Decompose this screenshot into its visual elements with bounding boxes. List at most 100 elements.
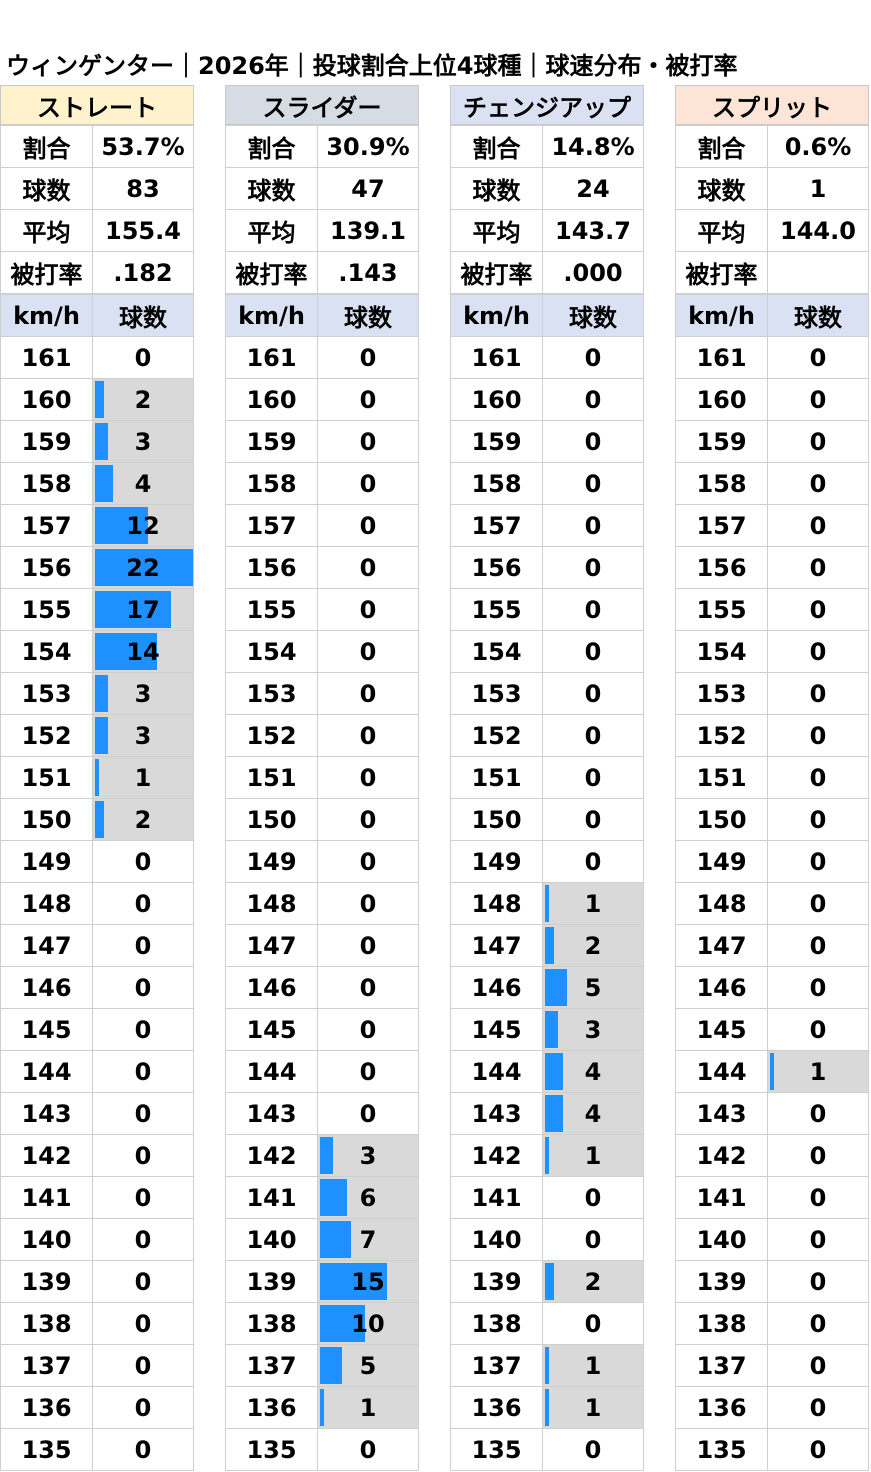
count-cell: 0: [317, 504, 419, 547]
speed-label: 153: [450, 672, 543, 715]
speed-label: 150: [675, 798, 768, 841]
count-cell: 0: [767, 714, 869, 757]
stat-label: 球数: [450, 167, 543, 210]
stat-label: 割合: [450, 125, 543, 168]
count-value: 0: [809, 1183, 827, 1212]
count-bar: [95, 759, 99, 796]
speed-label: 158: [675, 462, 768, 505]
speed-label: 142: [675, 1134, 768, 1177]
speed-row: 151 0: [225, 756, 419, 799]
count-cell: 0: [317, 924, 419, 967]
count-cell: 0: [767, 504, 869, 547]
speed-label: 151: [0, 756, 93, 799]
count-cell: 0: [92, 882, 194, 925]
speed-row: 152 0: [450, 714, 644, 757]
speed-row: 159 0: [225, 420, 419, 463]
speed-row: 159 0: [675, 420, 869, 463]
speed-row: 138 0: [675, 1302, 869, 1345]
count-value: 0: [359, 1015, 377, 1044]
count-cell: 0: [92, 966, 194, 1009]
count-cell: 10: [317, 1302, 419, 1345]
count-value: 0: [584, 553, 602, 582]
pitch-panel: チェンジアップ 割合 14.8% 球数 24 平均 143.7 被打率 .000 km/h 球数 16…: [450, 85, 644, 1471]
speed-row: 160 0: [225, 378, 419, 421]
count-cell: 0: [542, 420, 644, 463]
count-value: 0: [584, 1309, 602, 1338]
speed-label: 135: [450, 1428, 543, 1471]
count-value: 0: [359, 343, 377, 372]
stat-label: 平均: [225, 209, 318, 252]
speed-row: 139 0: [0, 1260, 194, 1303]
speed-label: 146: [0, 966, 93, 1009]
count-value: 1: [584, 889, 602, 918]
count-value: 1: [134, 763, 152, 792]
count-value: 0: [809, 1267, 827, 1296]
count-cell: 5: [317, 1344, 419, 1387]
count-cell: 0: [317, 1050, 419, 1093]
speed-label: 152: [0, 714, 93, 757]
count-cell: 5: [542, 966, 644, 1009]
count-cell: 0: [767, 378, 869, 421]
count-value: 0: [134, 1435, 152, 1464]
pitch-name-header: スライダー: [225, 85, 419, 125]
count-cell: 0: [542, 840, 644, 883]
speed-label: 146: [225, 966, 318, 1009]
speed-row: 149 0: [675, 840, 869, 883]
column-header-row: km/h 球数: [675, 294, 869, 337]
speed-row: 136 1: [450, 1386, 644, 1429]
speed-label: 137: [225, 1344, 318, 1387]
speed-label: 158: [0, 462, 93, 505]
speed-label: 159: [0, 420, 93, 463]
speed-row: 151 0: [675, 756, 869, 799]
speed-label: 155: [225, 588, 318, 631]
count-value: 0: [584, 343, 602, 372]
count-cell: 0: [92, 1302, 194, 1345]
speed-row: 141 0: [675, 1176, 869, 1219]
speed-distribution-table: km/h 球数 161 0 160 0 159 0 158 0 157 0 156 0 155 0 154 0 15…: [675, 294, 869, 1471]
speed-label: 137: [450, 1344, 543, 1387]
speed-label: 147: [0, 924, 93, 967]
ratio-row: 割合 30.9%: [225, 125, 419, 168]
speed-row: 140 0: [675, 1218, 869, 1261]
count-value: 0: [134, 343, 152, 372]
count-cell: 0: [317, 756, 419, 799]
speed-row: 141 6: [225, 1176, 419, 1219]
speed-row: 161 0: [450, 336, 644, 379]
count-value: 0: [809, 847, 827, 876]
stat-value: 0.6%: [767, 125, 869, 168]
count-value: 0: [584, 763, 602, 792]
count-cell: 0: [317, 420, 419, 463]
speed-row: 136 1: [225, 1386, 419, 1429]
speed-label: 145: [0, 1008, 93, 1051]
count-cell: 0: [92, 1008, 194, 1051]
speed-row: 142 0: [675, 1134, 869, 1177]
speed-label: 155: [450, 588, 543, 631]
speed-row: 160 2: [0, 378, 194, 421]
speed-label: 146: [450, 966, 543, 1009]
count-cell: 0: [317, 546, 419, 589]
speed-row: 152 3: [0, 714, 194, 757]
baa-row: 被打率 .143: [225, 251, 419, 294]
count-cell: 0: [317, 798, 419, 841]
stat-value: 1: [767, 167, 869, 210]
speed-label: 158: [225, 462, 318, 505]
count-cell: 0: [92, 1344, 194, 1387]
speed-row: 158 4: [0, 462, 194, 505]
count-bar: [770, 1053, 774, 1090]
speed-column-header: km/h: [675, 294, 768, 337]
count-cell: 0: [542, 504, 644, 547]
stat-label: 割合: [675, 125, 768, 168]
count-cell: 0: [767, 1386, 869, 1429]
count-cell: 7: [317, 1218, 419, 1261]
count-value: 0: [584, 595, 602, 624]
ratio-row: 割合 14.8%: [450, 125, 644, 168]
speed-label: 138: [450, 1302, 543, 1345]
count-column-header: 球数: [767, 294, 869, 337]
speed-label: 147: [675, 924, 768, 967]
count-value: 2: [584, 1267, 602, 1296]
count-cell: 0: [767, 630, 869, 673]
speed-row: 140 7: [225, 1218, 419, 1261]
speed-distribution-table: km/h 球数 161 0 160 0 159 0 158 0 157 0 156 0 155 0 154 0 15…: [450, 294, 644, 1471]
pitch-name-header: チェンジアップ: [450, 85, 644, 125]
count-cell: 3: [92, 420, 194, 463]
